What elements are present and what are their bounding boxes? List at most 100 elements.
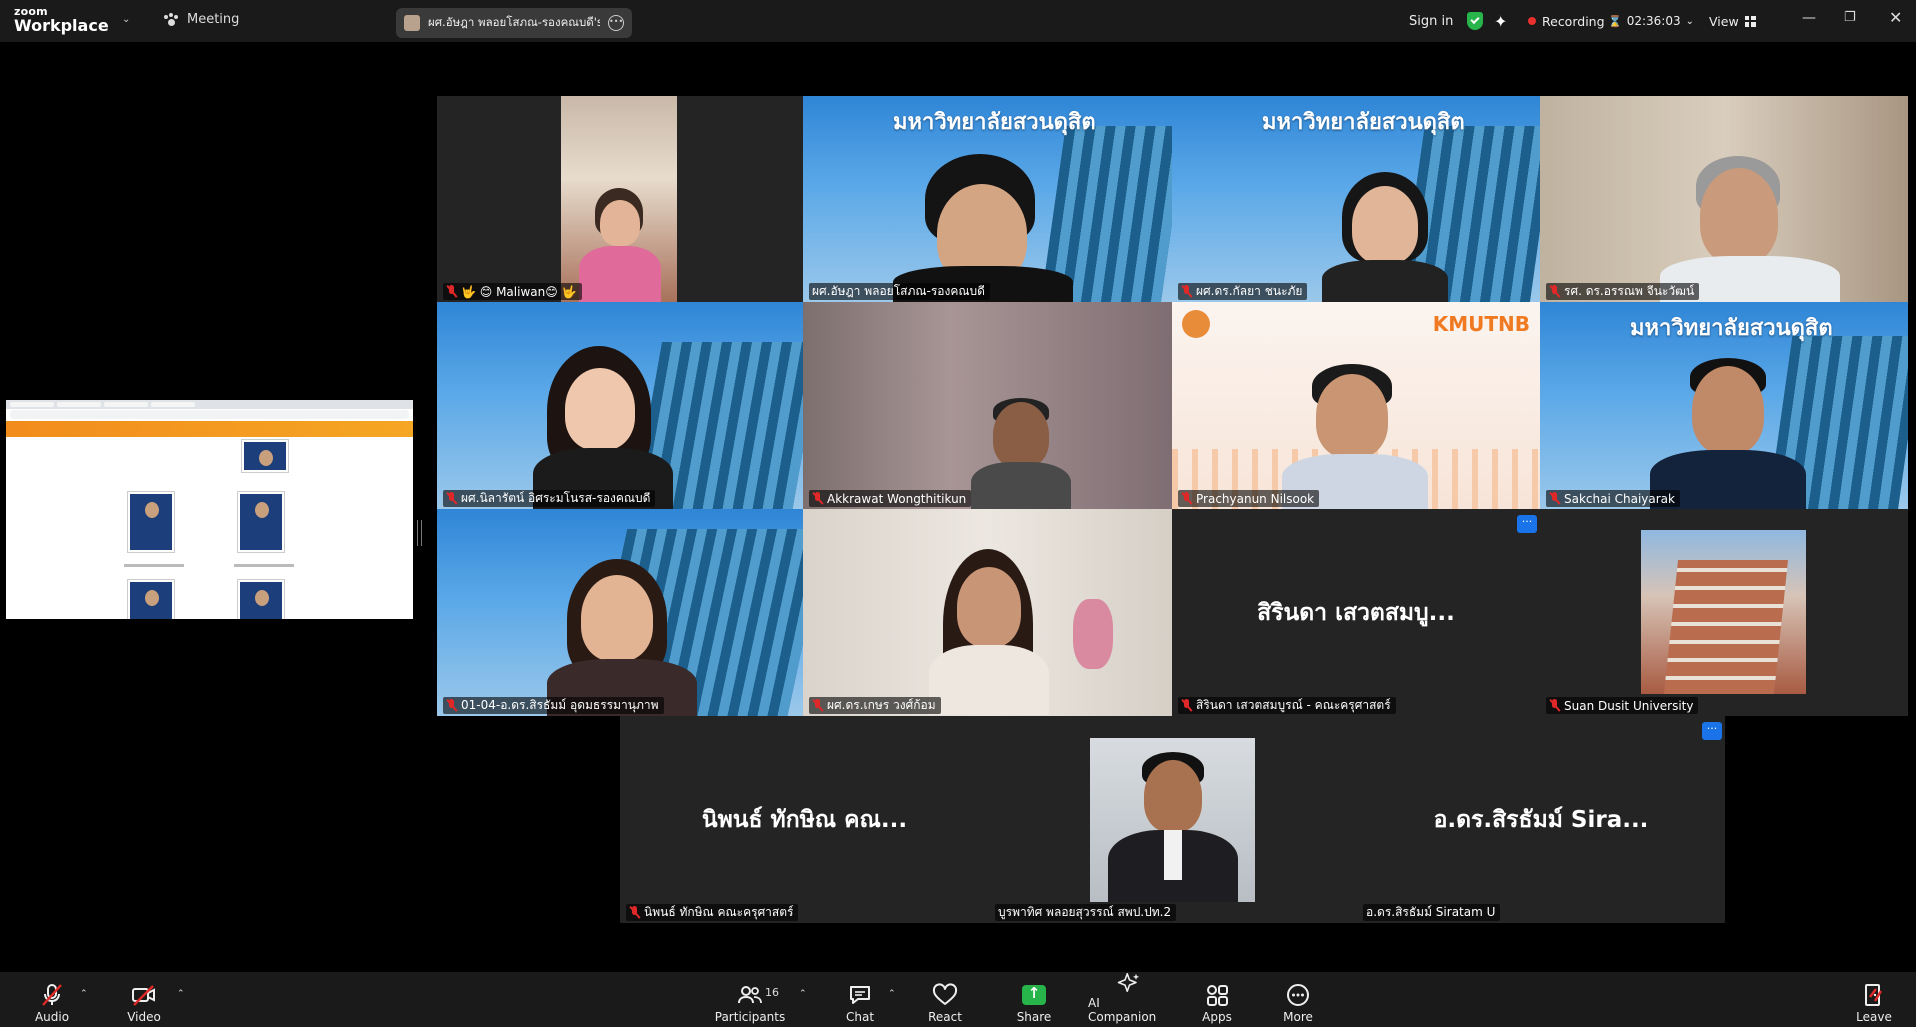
- leave-button[interactable]: Leave: [1856, 972, 1892, 1027]
- more-button[interactable]: More: [1282, 972, 1314, 1027]
- share-label: Share: [1016, 1010, 1052, 1024]
- ai-companion-button[interactable]: AI Companion: [1088, 972, 1170, 1027]
- participants-button[interactable]: Participants: [715, 972, 785, 1027]
- participant-tile-10[interactable]: ผศ.ดร.เกษร วงศ์ก้อม: [803, 509, 1172, 716]
- chevron-up-icon[interactable]: ⌃: [799, 989, 807, 999]
- virtual-background-text: มหาวิทยาลัยสวนดุสิต: [1262, 110, 1465, 135]
- virtual-background-text: มหาวิทยาลัยสวนดุสิต: [1630, 316, 1833, 341]
- participant-tile-9[interactable]: 01-04-อ.ดร.สิรธัมม์ อุดมธรรมานุภาพ: [437, 509, 803, 716]
- participant-display-name: สิรินดา เสวตสมบู...: [1257, 599, 1455, 626]
- shield-check-icon: [1467, 12, 1483, 30]
- restore-icon[interactable]: ❐: [1844, 10, 1856, 25]
- screen-share-indicator[interactable]: ผศ.อัษฎา พลอยโสภณ-รองคณบดี's sc •••: [396, 8, 632, 38]
- audio-label: Audio: [34, 1010, 70, 1024]
- chevron-down-icon: ⌄: [1685, 15, 1694, 27]
- more-icon[interactable]: •••: [608, 15, 624, 31]
- mic-muted-icon: [1549, 492, 1560, 505]
- participant-tile-6[interactable]: Akkrawat Wongthitikun: [803, 302, 1172, 509]
- participant-profile-picture: [1641, 530, 1806, 694]
- participant-display-name: นิพนธ์ ทักษิณ คณ...: [701, 806, 908, 833]
- leave-label: Leave: [1856, 1010, 1892, 1024]
- participant-tile-13[interactable]: นิพนธ์ ทักษิณ คณ... นิพนธ์ ทักษิณ คณะครุ…: [620, 716, 989, 923]
- timer-value: 02:36:03: [1626, 14, 1681, 28]
- sparkle-icon[interactable]: ✦: [1494, 0, 1507, 42]
- chevron-up-icon[interactable]: ⌃: [177, 989, 185, 999]
- participant-tile-15[interactable]: อ.ดร.สิรธัมม์ Sira... ··· อ.ดร.สิรธัมม์ …: [1357, 716, 1725, 923]
- participant-label: ผศ.ดร.เกษร วงศ์ก้อม: [809, 697, 941, 714]
- participant-label: Suan Dusit University: [1546, 697, 1699, 714]
- more-label: More: [1283, 1010, 1313, 1024]
- close-icon[interactable]: ✕: [1889, 8, 1902, 27]
- mic-muted-icon: [1549, 699, 1560, 712]
- video-button[interactable]: Video: [126, 972, 162, 1027]
- participant-tile-5[interactable]: ผศ.นิลารัตน์ อิศระมโนรส-รองคณบดี: [437, 302, 803, 509]
- participant-tile-2[interactable]: มหาวิทยาลัยสวนดุสิต ผศ.อัษฎา พลอยโสภณ-รอ…: [803, 96, 1172, 302]
- view-button[interactable]: View: [1709, 0, 1756, 42]
- mic-muted-icon: [1181, 285, 1192, 298]
- recording-indicator[interactable]: Recording: [1528, 0, 1605, 42]
- participant-label: Akkrawat Wongthitikun: [809, 490, 972, 507]
- mic-muted-icon: [1549, 285, 1560, 298]
- paw-icon: [163, 12, 179, 27]
- participant-tile-7[interactable]: KMUTNB Prachyanun Nilsook: [1172, 302, 1540, 509]
- participant-tile-3[interactable]: มหาวิทยาลัยสวนดุสิต ผศ.ดร.กัลยา ชนะภัย: [1172, 96, 1540, 302]
- sign-in-button[interactable]: Sign in: [1409, 0, 1453, 42]
- participant-profile-picture: [1090, 738, 1255, 902]
- participant-tile-1[interactable]: 🤟 😊 Maliwan😊 🤟: [437, 96, 803, 302]
- mic-muted-icon: [812, 699, 823, 712]
- chevron-up-icon[interactable]: ⌃: [888, 989, 896, 999]
- record-dot-icon: [1528, 17, 1536, 25]
- chevron-down-icon[interactable]: ⌄: [122, 14, 130, 25]
- apps-button[interactable]: Apps: [1202, 972, 1232, 1027]
- participant-tile-11[interactable]: สิรินดา เสวตสมบู... ··· สิรินดา เสวตสมบู…: [1172, 509, 1540, 716]
- meeting-timer[interactable]: ⌛ 02:36:03 ⌄: [1608, 0, 1694, 42]
- heart-icon: [932, 983, 958, 1005]
- virtual-background-text: มหาวิทยาลัยสวนดุสิต: [893, 110, 1096, 135]
- participant-tile-8[interactable]: มหาวิทยาลัยสวนดุสิต Sakchai Chaiyarak: [1540, 302, 1908, 509]
- more-icon[interactable]: ···: [1517, 515, 1537, 533]
- participant-label: บูรพาทิศ พลอยสุวรรณ์ สพป.ปท.2: [995, 904, 1177, 921]
- chat-button[interactable]: Chat: [846, 972, 874, 1027]
- participant-label: ผศ.นิลารัตน์ อิศระมโนรส-รองคณบดี: [443, 490, 656, 507]
- meeting-label: Meeting: [187, 12, 240, 27]
- apps-icon: [1207, 985, 1228, 1006]
- university-seal-icon: [1182, 310, 1210, 338]
- react-button[interactable]: React: [928, 972, 962, 1027]
- presenter-share-name: ผศ.อัษฎา พลอยโสภณ-รองคณบดี's sc: [428, 15, 600, 29]
- participant-tile-4[interactable]: รศ. ดร.อรรณพ จีนะวัฒน์: [1540, 96, 1908, 302]
- mic-muted-icon: [629, 906, 640, 919]
- leave-icon: [1865, 984, 1883, 1006]
- minimize-icon[interactable]: —: [1802, 10, 1816, 26]
- participant-tile-12[interactable]: Suan Dusit University: [1540, 509, 1908, 716]
- participant-label: Prachyanun Nilsook: [1178, 490, 1320, 507]
- chevron-up-icon[interactable]: ⌃: [80, 989, 88, 999]
- participants-count: 16: [765, 986, 779, 999]
- view-label: View: [1709, 13, 1739, 29]
- react-label: React: [928, 1010, 962, 1024]
- meeting-info[interactable]: Meeting: [163, 12, 239, 27]
- participants-icon: [738, 986, 762, 1004]
- presenter-avatar: [404, 15, 420, 31]
- zoom-logo[interactable]: zoom Workplace: [14, 6, 109, 34]
- participant-tile-14[interactable]: บูรพาทิศ พลอยสุวรรณ์ สพป.ปท.2: [989, 716, 1357, 923]
- audio-button[interactable]: Audio: [34, 972, 70, 1027]
- share-button[interactable]: Share: [1016, 972, 1052, 1027]
- shared-screen-thumbnail[interactable]: [6, 400, 413, 619]
- encryption-indicator[interactable]: [1467, 0, 1483, 42]
- chat-label: Chat: [845, 1010, 875, 1024]
- participant-label: ผศ.ดร.กัลยา ชนะภัย: [1178, 283, 1308, 300]
- flower-decoration: [1073, 599, 1113, 669]
- mic-muted-icon: [446, 492, 457, 505]
- title-bar: zoom Workplace ⌄ Meeting ผศ.อัษฎา พลอยโส…: [0, 0, 1916, 42]
- more-icon[interactable]: ···: [1702, 722, 1722, 740]
- more-icon: [1287, 984, 1309, 1006]
- mic-muted-icon: [446, 699, 457, 712]
- hourglass-icon: ⌛: [1608, 14, 1622, 28]
- video-off-icon: [132, 985, 155, 1006]
- meeting-controls: Audio ⌃ Video ⌃ Participants 16 ⌃ Chat ⌃…: [0, 972, 1916, 1027]
- mic-muted-icon: [812, 492, 823, 505]
- chat-icon: [850, 986, 870, 1004]
- virtual-background-text: KMUTNB: [1432, 312, 1530, 336]
- mic-muted-icon: [446, 285, 457, 298]
- panel-resize-handle[interactable]: [417, 520, 422, 546]
